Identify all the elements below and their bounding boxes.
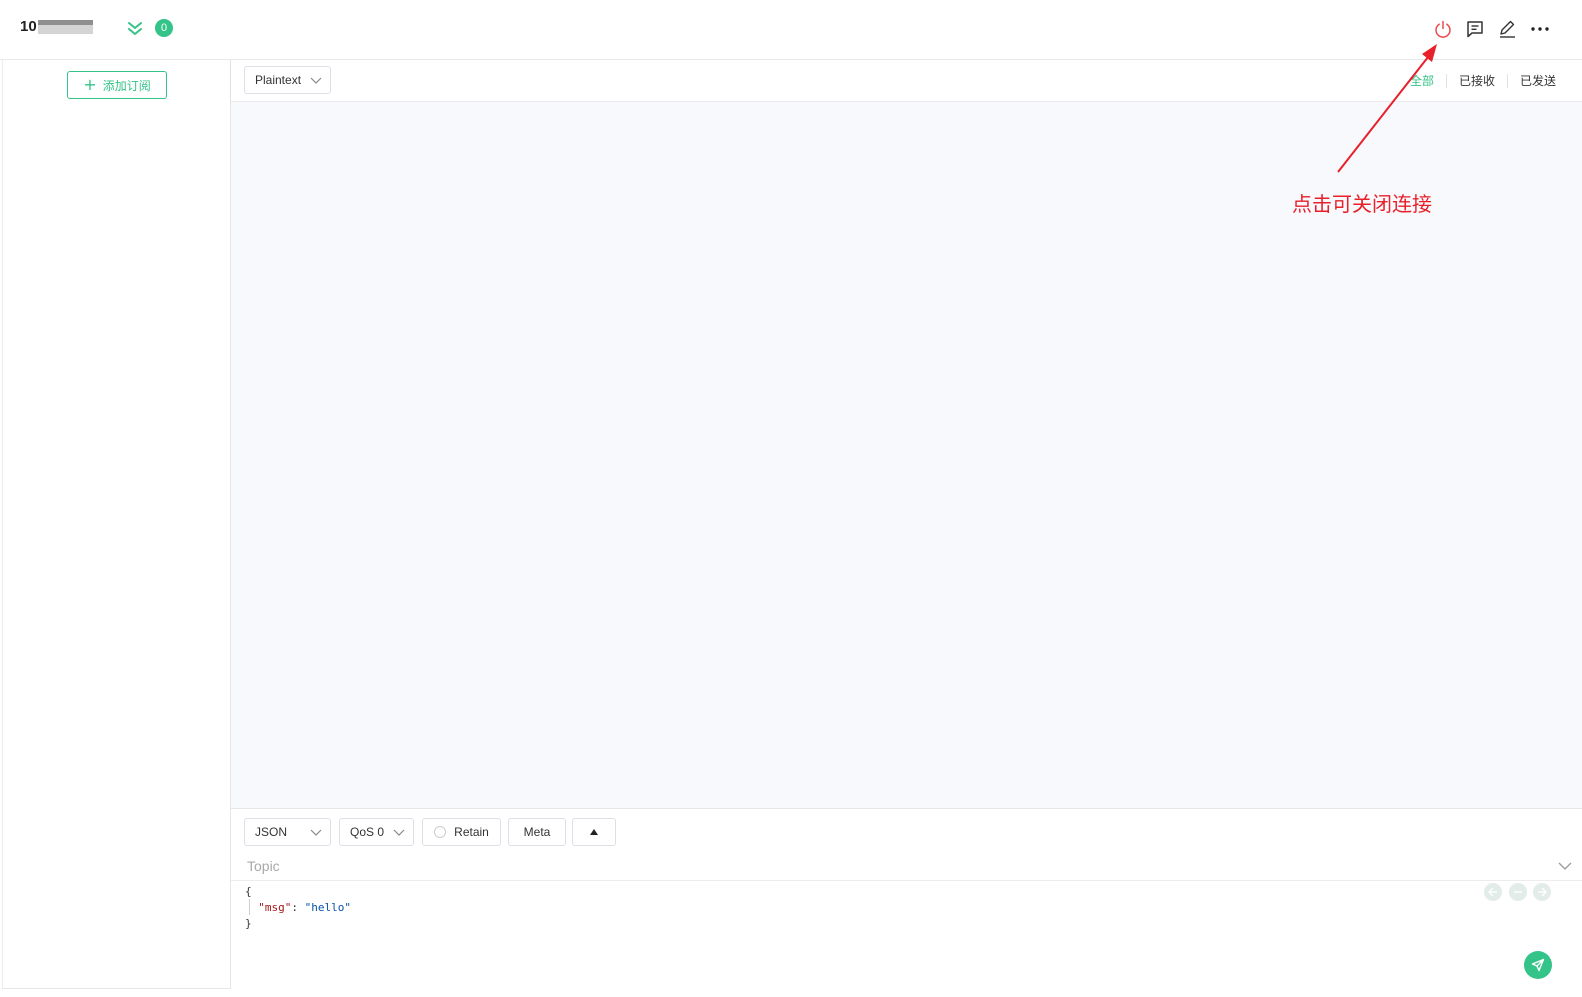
payload-editor[interactable]: { "msg": "hello" } [245,884,351,932]
topic-input[interactable] [245,855,1525,877]
redacted-host [38,20,93,34]
history-next-button[interactable] [1533,883,1551,901]
chevron-down-icon [393,829,405,836]
more-icon[interactable] [1530,19,1550,39]
plus-icon: + [83,75,97,94]
add-subscription-label: 添加订阅 [102,78,151,93]
power-icon[interactable] [1433,19,1453,39]
topic-row [231,851,1582,881]
retain-radio-icon [434,826,447,838]
meta-button[interactable]: Meta [508,818,566,846]
payload-format-value: Plaintext [255,73,302,87]
collapse-icon[interactable] [126,19,144,37]
history-reset-button[interactable] [1509,883,1527,901]
connection-name: 10 [20,18,37,35]
minus-icon [1514,891,1522,893]
message-icon[interactable] [1465,19,1485,39]
chevron-down-icon[interactable] [1558,860,1572,872]
retain-label: Retain [454,825,489,839]
meta-label: Meta [523,825,551,839]
add-subscription-button[interactable]: + 添加订阅 [67,71,167,99]
expand-toggle-button[interactable] [572,818,616,846]
payload-format-select[interactable]: Plaintext [244,66,331,94]
payload-value: "hello" [304,901,351,914]
connection-header: 10 0 [0,0,1582,60]
payload-close-brace: } [245,917,252,930]
publish-format-select[interactable]: JSON [244,818,331,846]
send-icon [1531,958,1545,972]
payload-separator: : [291,901,305,914]
message-filter-tabs: 全部 已接收 已发送 [1398,74,1568,88]
tab-sent[interactable]: 已发送 [1506,74,1568,88]
subscriptions-sidebar: + 添加订阅 [2,60,231,989]
retain-toggle[interactable]: Retain [422,818,501,846]
qos-value: QoS 0 [350,825,385,839]
caret-up-icon [590,829,598,835]
payload-key: "msg" [258,901,292,914]
qos-select[interactable]: QoS 0 [339,818,414,846]
payload-open-brace: { [245,885,252,898]
send-button[interactable] [1524,951,1552,979]
arrow-left-icon [1488,887,1497,897]
edit-icon[interactable] [1497,19,1517,39]
tab-all[interactable]: 全部 [1398,74,1446,88]
publish-panel: JSON QoS 0 Retain Meta { "msg": "hello" … [231,808,1582,997]
message-toolbar: Plaintext 全部 已接收 已发送 [231,60,1582,102]
arrow-right-icon [1538,887,1547,897]
annotation-text: 点击可关闭连接 [1292,192,1432,216]
publish-format-value: JSON [255,825,288,839]
chevron-down-icon [310,829,322,836]
tab-received[interactable]: 已接收 [1445,74,1507,88]
message-count-badge: 0 [155,19,173,37]
chevron-down-icon [310,77,322,84]
history-prev-button[interactable] [1484,883,1502,901]
